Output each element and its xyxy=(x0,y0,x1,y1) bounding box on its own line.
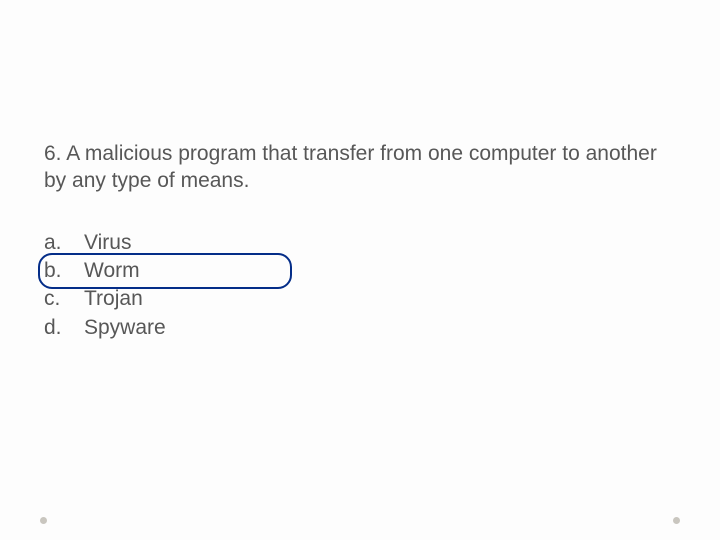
option-label: a. xyxy=(44,229,84,257)
option-row: c.Trojan xyxy=(44,285,676,313)
option-text: Spyware xyxy=(84,314,676,342)
option-text: Virus xyxy=(84,229,676,257)
option-row: a.Virus xyxy=(44,229,676,257)
option-text: Trojan xyxy=(84,285,676,313)
question-body: A malicious program that transfer from o… xyxy=(44,142,657,192)
question-text: 6. A malicious program that transfer fro… xyxy=(44,140,676,195)
option-text: Worm xyxy=(84,257,676,285)
option-label: d. xyxy=(44,314,84,342)
slide: 6. A malicious program that transfer fro… xyxy=(0,0,720,342)
options-list: a.Virusb.Wormc.Trojand.Spyware xyxy=(44,229,676,342)
option-row: b.Worm xyxy=(44,257,676,285)
option-row: d.Spyware xyxy=(44,314,676,342)
footer-dot-right xyxy=(673,517,680,524)
question-number: 6. xyxy=(44,142,62,165)
option-label: c. xyxy=(44,285,84,313)
option-label: b. xyxy=(44,257,84,285)
footer-dot-left xyxy=(40,517,47,524)
